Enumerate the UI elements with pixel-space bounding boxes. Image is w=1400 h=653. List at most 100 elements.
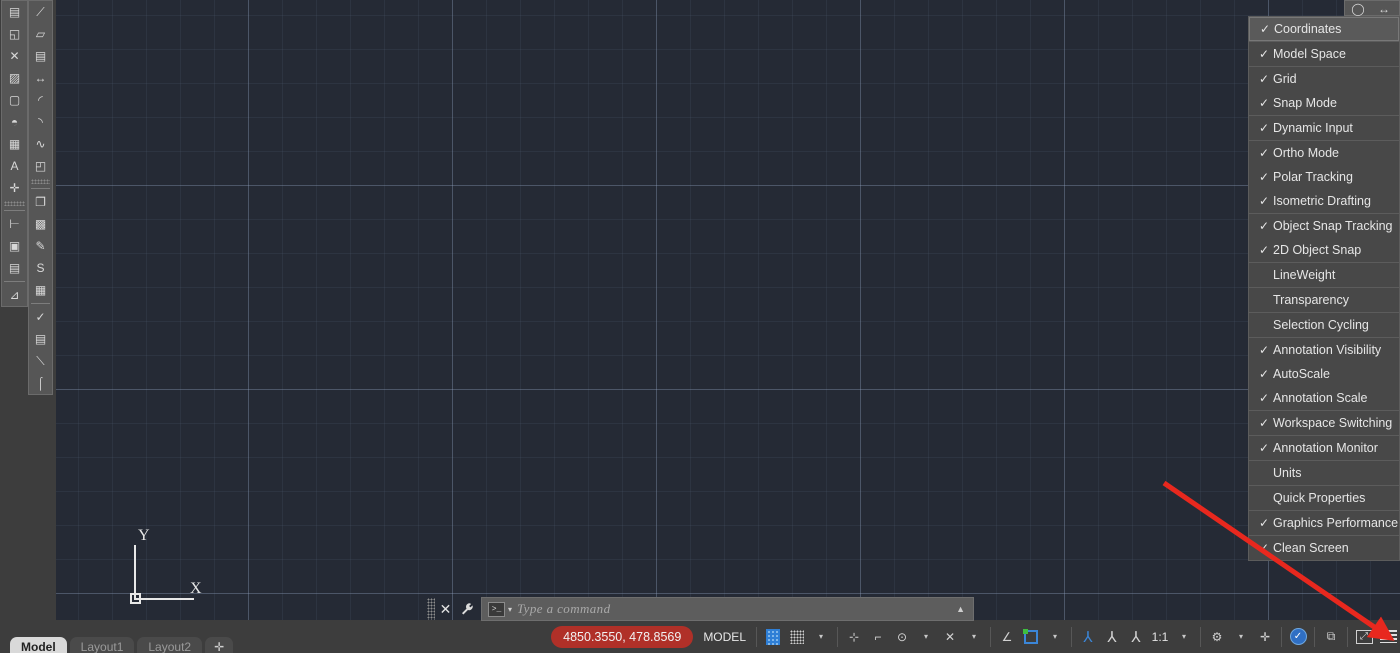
multiline-icon[interactable]: ✕ <box>2 45 27 67</box>
menu-item-annotation-visibility[interactable]: ✓ Annotation Visibility <box>1249 338 1399 362</box>
circle-tool-icon[interactable]: ◯ <box>1345 1 1371 16</box>
status-bar-right[interactable]: 4850.3550, 478.8569 MODEL ▾ ⊹ ⌐ ⊙ ▾ ✕ ▾ ∠ ▾ ⅄ ⅄ ⅄ 1:… <box>551 620 1400 653</box>
hatch-edit-icon[interactable]: ▩ <box>29 213 52 235</box>
layer-properties-icon[interactable]: ▤ <box>29 328 52 350</box>
isolate-objects-button[interactable]: ⧉ <box>1319 624 1343 650</box>
model-space-button[interactable]: MODEL <box>697 624 752 650</box>
wrench-icon[interactable] <box>456 597 477 621</box>
annotation-scale-dropdown[interactable]: ▾ <box>1172 624 1196 650</box>
purge-icon[interactable]: ⌠ <box>29 372 52 394</box>
table-icon[interactable]: ▦ <box>2 133 27 155</box>
menu-item-snap-mode[interactable]: ✓ Snap Mode <box>1249 91 1399 115</box>
ortho-mode-toggle[interactable]: ⌐ <box>866 624 890 650</box>
infer-constraints-toggle[interactable]: ⊹ <box>842 624 866 650</box>
viewport-icon[interactable]: ❐ <box>29 191 52 213</box>
menu-item-selection-cycling[interactable]: Selection Cycling <box>1249 313 1399 337</box>
match-properties-icon[interactable]: ✓ <box>29 306 52 328</box>
ucs-axis-icon[interactable]: ⊿ <box>2 284 27 306</box>
snap-dropdown[interactable]: ▾ <box>809 624 833 650</box>
chevron-down-icon[interactable]: ▾ <box>508 605 512 614</box>
menu-item-grid[interactable]: ✓ Grid <box>1249 67 1399 91</box>
customization-add-button[interactable]: ✛ <box>1253 624 1277 650</box>
menu-item-object-snap-tracking[interactable]: ✓ Object Snap Tracking <box>1249 214 1399 238</box>
annotation-scale-toggle[interactable]: ⅄ <box>1124 624 1148 650</box>
modify-toolbar[interactable]: ⟋ ▱ ▤ ↔ ◜ ◝ ∿ ◰ ❐ ▩ ✎ S ▦ ✓ ▤ ⟍ ⌠ <box>28 0 53 395</box>
workspace-switching-button[interactable]: ⚙ <box>1205 624 1229 650</box>
top-toolbar[interactable]: ◯ ↔ <box>1344 0 1400 16</box>
polar-dropdown[interactable]: ▾ <box>914 624 938 650</box>
layer-icon[interactable]: ▤ <box>2 257 27 279</box>
annotation-scale-value[interactable]: 1:1 <box>1148 624 1172 650</box>
spline-edit-icon[interactable]: S <box>29 257 52 279</box>
status-bar-customization-menu[interactable]: ✓ Coordinates ✓ Model Space ✓ Grid ✓ Snap Mode ✓… <box>1248 16 1400 561</box>
edit-block-icon[interactable]: ◱ <box>2 23 27 45</box>
isometric-drafting-toggle[interactable]: ✕ <box>938 624 962 650</box>
menu-item-graphics-performance[interactable]: ✓ Graphics Performance <box>1249 511 1399 535</box>
ellipse-arc-icon[interactable]: ◝ <box>29 111 52 133</box>
isometric-dropdown[interactable]: ▾ <box>962 624 986 650</box>
chevron-up-icon[interactable]: ▲ <box>956 604 965 614</box>
menu-item-clean-screen[interactable]: ✓ Clean Screen <box>1249 536 1399 560</box>
region-icon[interactable]: ◓ <box>2 111 27 133</box>
menu-item-2d-object-snap[interactable]: ✓ 2D Object Snap <box>1249 238 1399 262</box>
menu-item-coordinates[interactable]: ✓ Coordinates <box>1249 17 1399 41</box>
point-icon[interactable]: ✛ <box>2 177 27 199</box>
toolbar-grip[interactable] <box>30 179 51 184</box>
hatch-icon[interactable]: ▨ <box>2 67 27 89</box>
array-icon[interactable]: ▦ <box>29 279 52 301</box>
menu-item-ortho-mode[interactable]: ✓ Ortho Mode <box>1249 141 1399 165</box>
layout-tabs[interactable]: Model Layout1 Layout2 ✛ <box>0 620 236 653</box>
autoscale-toggle[interactable]: ⅄ <box>1100 624 1124 650</box>
command-input-wrapper[interactable]: >_ ▾ Type a command ▲ <box>481 597 974 621</box>
menu-item-units[interactable]: Units <box>1249 461 1399 485</box>
workspace-dropdown[interactable]: ▾ <box>1229 624 1253 650</box>
menu-item-isometric-drafting[interactable]: ✓ Isometric Drafting <box>1249 189 1399 213</box>
menu-item-workspace-switching[interactable]: ✓ Workspace Switching <box>1249 411 1399 435</box>
dimension-linear-icon[interactable]: ⊢ <box>2 213 27 235</box>
annotation-monitor-toggle[interactable]: ✓ <box>1286 624 1310 650</box>
grid-display-toggle[interactable] <box>761 624 785 650</box>
customization-menu-button[interactable] <box>1376 624 1400 650</box>
menu-item-annotation-scale[interactable]: ✓ Annotation Scale <box>1249 386 1399 410</box>
3d-solid-icon[interactable]: ◰ <box>29 155 52 177</box>
annotation-visibility-toggle[interactable]: ⅄ <box>1076 624 1100 650</box>
drawing-canvas[interactable]: Y X <box>56 0 1400 620</box>
dimension-tool-icon[interactable]: ↔ <box>1371 1 1397 16</box>
polyline-icon[interactable]: ▱ <box>29 23 52 45</box>
object-snap-tracking-toggle[interactable]: ∠ <box>995 624 1019 650</box>
rectangle-icon[interactable]: ▤ <box>29 45 52 67</box>
toolbar-grip[interactable] <box>4 201 25 206</box>
menu-item-lineweight[interactable]: LineWeight <box>1249 263 1399 287</box>
block-attribute-icon[interactable]: ▣ <box>2 235 27 257</box>
menu-item-polar-tracking[interactable]: ✓ Polar Tracking <box>1249 165 1399 189</box>
measure-icon[interactable]: ⟍ <box>29 350 52 372</box>
layout-tab-layout2[interactable]: Layout2 <box>137 637 203 653</box>
spline-icon[interactable]: ∿ <box>29 133 52 155</box>
layout-tab-layout1[interactable]: Layout1 <box>69 637 135 653</box>
gradient-icon[interactable]: ▢ <box>2 89 27 111</box>
snap-mode-toggle[interactable] <box>785 624 809 650</box>
close-icon[interactable]: ✕ <box>435 597 456 621</box>
polar-tracking-toggle[interactable]: ⊙ <box>890 624 914 650</box>
clean-screen-button[interactable]: ⤢ <box>1352 624 1376 650</box>
revision-cloud-icon[interactable]: ✎ <box>29 235 52 257</box>
menu-item-dynamic-input[interactable]: ✓ Dynamic Input <box>1249 116 1399 140</box>
osnap-dropdown[interactable]: ▾ <box>1043 624 1067 650</box>
command-line[interactable]: ✕ >_ ▾ Type a command ▲ <box>425 596 974 622</box>
arc-icon[interactable]: ◜ <box>29 89 52 111</box>
coordinates-display[interactable]: 4850.3550, 478.8569 <box>551 625 694 648</box>
menu-item-autoscale[interactable]: ✓ AutoScale <box>1249 362 1399 386</box>
menu-item-annotation-monitor[interactable]: ✓ Annotation Monitor <box>1249 436 1399 460</box>
add-layout-button[interactable]: ✛ <box>205 637 234 653</box>
text-icon[interactable]: A <box>2 155 27 177</box>
insert-block-icon[interactable]: ▤ <box>2 1 27 23</box>
command-input[interactable]: Type a command <box>517 601 610 617</box>
stretch-icon[interactable]: ↔ <box>29 67 52 89</box>
menu-item-quick-properties[interactable]: Quick Properties <box>1249 486 1399 510</box>
line-icon[interactable]: ⟋ <box>29 1 52 23</box>
menu-item-transparency[interactable]: Transparency <box>1249 288 1399 312</box>
command-line-drag-handle[interactable] <box>427 598 435 620</box>
object-snap-toggle[interactable] <box>1019 624 1043 650</box>
draw-toolbar[interactable]: ▤ ◱ ✕ ▨ ▢ ◓ ▦ A ✛ ⊢ ▣ ▤ ⊿ <box>1 0 28 307</box>
layout-tab-model[interactable]: Model <box>10 637 67 653</box>
